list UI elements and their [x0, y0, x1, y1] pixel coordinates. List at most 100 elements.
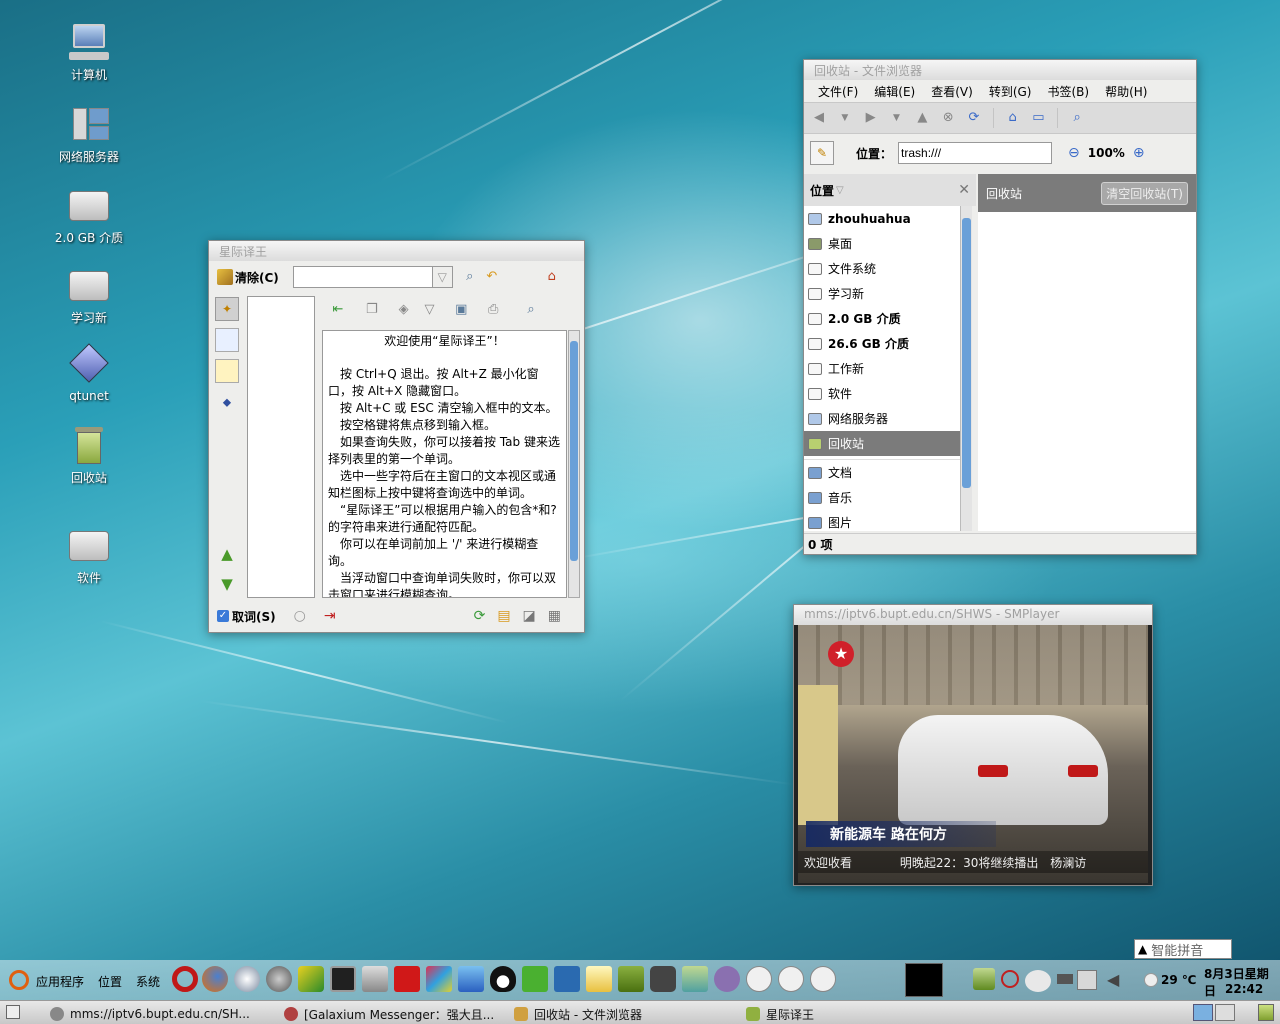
- dictionary-tray-icon[interactable]: [973, 968, 995, 990]
- forward-menu-icon[interactable]: ▼: [885, 107, 907, 129]
- back-icon[interactable]: ↶: [481, 266, 503, 288]
- menu-applications[interactable]: 应用程序: [36, 973, 84, 990]
- video-area[interactable]: ★ 新能源车 路在何方 欢迎收看 明晚起22：30将继续播出 杨澜访: [798, 625, 1148, 883]
- down-arrow-icon[interactable]: ▼: [215, 575, 239, 595]
- network-tray-icon[interactable]: [1077, 970, 1097, 990]
- stop-icon[interactable]: ⊗: [937, 107, 959, 129]
- pron-icon[interactable]: ⬥: [215, 390, 239, 414]
- chat-bubble-icon[interactable]: [778, 966, 804, 992]
- keyboard-icon[interactable]: [1057, 974, 1073, 984]
- camera-icon[interactable]: [650, 966, 676, 992]
- home-folder-icon[interactable]: ⌂: [1002, 107, 1024, 129]
- desktop-icon-xuexixin[interactable]: 学习新: [49, 265, 129, 326]
- file-view[interactable]: [978, 212, 1196, 531]
- places-list[interactable]: zhouhuahua 桌面 文件系统 学习新 2.0 GB 介质 26.6 GB…: [804, 206, 960, 531]
- desktop-icon-software[interactable]: 软件: [49, 525, 129, 586]
- definition-view[interactable]: 欢迎使用“星际译王”！ 按 Ctrl+Q 退出。按 Alt+Z 最小化窗口，按 …: [322, 330, 567, 598]
- about-icon[interactable]: ▦: [548, 608, 561, 624]
- menu-bookmarks[interactable]: 书签(B): [1039, 82, 1097, 100]
- prefs-icon[interactable]: ◪: [523, 608, 536, 624]
- notes-icon[interactable]: [586, 966, 612, 992]
- system-monitor-graph[interactable]: [905, 963, 943, 997]
- book-icon[interactable]: [618, 966, 644, 992]
- search-input[interactable]: [292, 266, 433, 288]
- stardict-titlebar[interactable]: 星际译王: [209, 241, 584, 261]
- home-icon[interactable]: ⌂: [541, 266, 563, 288]
- ubuntu-logo-icon[interactable]: [9, 970, 29, 990]
- terminal-icon[interactable]: [330, 966, 356, 992]
- place-item-network-server[interactable]: 网络服务器: [804, 406, 960, 431]
- chat-tray-icon[interactable]: [1025, 970, 1051, 992]
- desktop-icon-computer[interactable]: 计算机: [49, 22, 129, 83]
- sidebar-type-select[interactable]: 位置: [810, 182, 834, 199]
- first-icon[interactable]: ⇤: [327, 299, 349, 321]
- pidgin-icon[interactable]: [714, 966, 740, 992]
- computer-icon[interactable]: ▭: [1027, 107, 1049, 129]
- film-reel-icon[interactable]: [266, 966, 292, 992]
- edit-location-icon[interactable]: ✎: [810, 141, 834, 165]
- back-icon[interactable]: ◀: [808, 107, 830, 129]
- network-icon[interactable]: [234, 966, 260, 992]
- forward-icon[interactable]: ▶: [860, 107, 882, 129]
- task-galaxium[interactable]: [Galaxium Messenger：强大且...: [284, 1004, 504, 1024]
- package-icon[interactable]: [362, 966, 388, 992]
- books-icon[interactable]: [682, 966, 708, 992]
- wand-icon[interactable]: ✦: [215, 297, 239, 321]
- plugins-icon[interactable]: ▤: [497, 608, 510, 624]
- sidebar-scrollbar[interactable]: [960, 206, 972, 531]
- back-menu-icon[interactable]: ▼: [834, 107, 856, 129]
- search-icon[interactable]: ⌕: [1066, 107, 1088, 129]
- empty-trash-button[interactable]: 清空回收站(T): [1101, 181, 1188, 205]
- desktop-icon-qtunet[interactable]: qtunet: [49, 343, 129, 403]
- file-browser-titlebar[interactable]: 回收站 - 文件浏览器: [804, 60, 1196, 80]
- download-icon[interactable]: [458, 966, 484, 992]
- place-item-media-2gb[interactable]: 2.0 GB 介质: [804, 306, 960, 331]
- place-item-filesystem[interactable]: 文件系统: [804, 256, 960, 281]
- show-desktop-icon[interactable]: [6, 1005, 20, 1019]
- word-list[interactable]: [247, 296, 315, 598]
- smplayer-titlebar[interactable]: mms://iptv6.bupt.edu.cn/SHWS - SMPlayer: [794, 605, 1152, 625]
- paint-icon[interactable]: [426, 966, 452, 992]
- chat-icon[interactable]: [746, 966, 772, 992]
- task-smplayer[interactable]: mms://iptv6.bupt.edu.cn/SH...: [50, 1004, 270, 1024]
- up-icon[interactable]: ▲: [911, 107, 933, 129]
- zoom-out-icon[interactable]: ⊖: [1068, 145, 1080, 161]
- menu-go[interactable]: 转到(G): [981, 82, 1040, 100]
- chevron-down-icon[interactable]: ▽: [836, 185, 844, 196]
- quit-icon[interactable]: ⇥: [324, 608, 336, 624]
- zoom-level[interactable]: 100%: [1088, 146, 1125, 160]
- menu-view[interactable]: 查看(V): [923, 82, 981, 100]
- clock-time[interactable]: 22:42: [1225, 982, 1263, 996]
- menu-help[interactable]: 帮助(H): [1097, 82, 1155, 100]
- place-item-xuexixin[interactable]: 学习新: [804, 281, 960, 306]
- scan-checkbox[interactable]: ✓: [217, 610, 229, 622]
- save-icon[interactable]: ▣: [450, 299, 472, 321]
- no-sign-icon[interactable]: [1001, 970, 1019, 988]
- bookmark-item-documents[interactable]: 文档: [804, 460, 960, 485]
- task-stardict[interactable]: 星际译王: [746, 1004, 966, 1024]
- scan-label[interactable]: 取词(S): [232, 608, 276, 625]
- place-item-trash[interactable]: 回收站: [804, 431, 960, 456]
- update-icon[interactable]: ⟳: [474, 608, 486, 624]
- monitor-icon[interactable]: [554, 966, 580, 992]
- workspace-1[interactable]: [1193, 1004, 1213, 1021]
- desktop-icon-media-2gb[interactable]: 2.0 GB 介质: [49, 185, 129, 246]
- workspace-2[interactable]: [1215, 1004, 1235, 1021]
- reload-icon[interactable]: ⟳: [963, 107, 985, 129]
- desktop-icon-network-server[interactable]: 网络服务器: [49, 104, 129, 165]
- place-item-desktop[interactable]: 桌面: [804, 231, 960, 256]
- print-icon[interactable]: ⎙: [482, 299, 504, 321]
- pdf-icon[interactable]: [394, 966, 420, 992]
- zoom-in-icon[interactable]: ⊕: [1133, 145, 1145, 161]
- opera-icon[interactable]: [172, 966, 198, 992]
- clear-button[interactable]: 清除(C): [235, 269, 279, 286]
- menu-system[interactable]: 系统: [136, 973, 160, 990]
- tip-icon[interactable]: ○: [294, 608, 306, 624]
- manage-dict-icon[interactable]: [215, 359, 239, 383]
- audio-icon[interactable]: [298, 966, 324, 992]
- bookmark-item-pictures[interactable]: 图片: [804, 510, 960, 531]
- place-item-software[interactable]: 软件: [804, 381, 960, 406]
- task-file-browser[interactable]: 回收站 - 文件浏览器: [514, 1004, 734, 1024]
- up-arrow-icon[interactable]: ▲: [215, 545, 239, 565]
- definition-scrollbar[interactable]: [568, 330, 580, 598]
